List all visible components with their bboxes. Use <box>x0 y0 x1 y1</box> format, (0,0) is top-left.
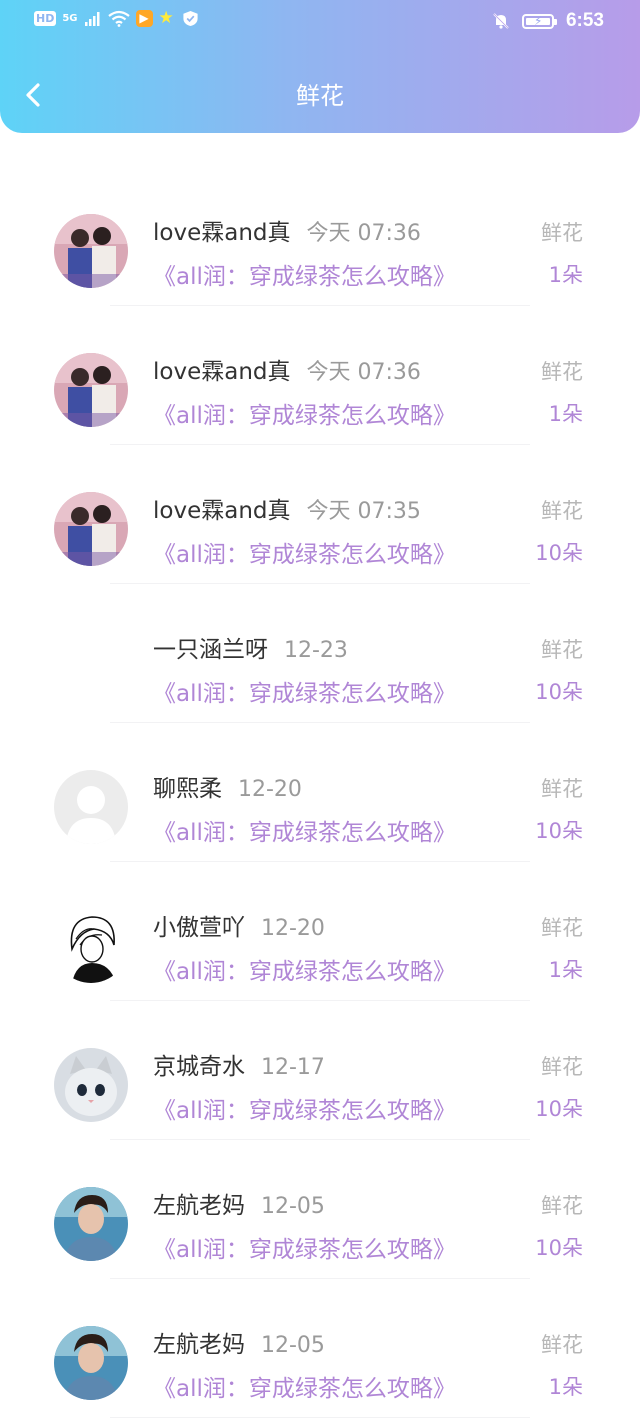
gift-count: 10朵 <box>535 680 583 704</box>
user-avatar[interactable] <box>54 492 128 566</box>
user-avatar[interactable] <box>54 1326 128 1400</box>
gift-count: 10朵 <box>535 541 583 565</box>
mute-bell-icon <box>493 13 509 29</box>
gift-count: 10朵 <box>535 819 583 843</box>
gift-type: 鲜花 <box>541 1194 583 1218</box>
signal-icon <box>84 11 100 26</box>
status-left: HD 5G ▶ ★ <box>34 10 199 27</box>
gift-record-item[interactable]: love霖and真 今天 07:35 《all润：穿成绿茶怎么攻略》 鲜花 10… <box>0 444 640 584</box>
gift-type: 鲜花 <box>541 360 583 384</box>
gift-record-item[interactable]: 聊熙柔 12-20 《all润：穿成绿茶怎么攻略》 鲜花 10朵 <box>0 722 640 862</box>
record-time: 今天 07:36 <box>306 360 421 385</box>
user-avatar[interactable] <box>54 214 128 288</box>
user-name[interactable]: 一只涵兰呀 <box>153 630 268 664</box>
user-avatar[interactable] <box>54 353 128 427</box>
book-title[interactable]: 《all润：穿成绿茶怎么攻略》 <box>153 1230 456 1264</box>
name-row: 京城奇水 12-17 <box>153 1047 325 1081</box>
book-title[interactable]: 《all润：穿成绿茶怎么攻略》 <box>153 1091 456 1125</box>
user-name[interactable]: 左航老妈 <box>153 1186 245 1220</box>
record-time: 12-05 <box>261 1333 325 1358</box>
user-name[interactable]: 左航老妈 <box>153 1325 245 1359</box>
header-bar: HD 5G ▶ ★ ⚡ 6:53 鲜花 <box>0 0 640 133</box>
gift-record-item[interactable]: 左航老妈 12-05 《all润：穿成绿茶怎么攻略》 鲜花 10朵 <box>0 1139 640 1279</box>
gift-count: 1朵 <box>548 958 583 982</box>
name-row: 一只涵兰呀 12-23 <box>153 630 348 664</box>
name-row: love霖and真 今天 07:36 <box>153 352 421 386</box>
status-time: 6:53 <box>565 10 604 31</box>
user-avatar[interactable] <box>54 631 128 705</box>
user-avatar[interactable] <box>54 909 128 983</box>
name-row: love霖and真 今天 07:36 <box>153 213 421 247</box>
star-app-icon: ★ <box>158 8 174 28</box>
hd-badge: HD <box>34 11 57 26</box>
record-time: 12-20 <box>261 916 325 941</box>
gift-count: 10朵 <box>535 1097 583 1121</box>
record-time: 12-05 <box>261 1194 325 1219</box>
gift-record-item[interactable]: 京城奇水 12-17 《all润：穿成绿茶怎么攻略》 鲜花 10朵 <box>0 1000 640 1140</box>
book-title[interactable]: 《all润：穿成绿茶怎么攻略》 <box>153 396 456 430</box>
gift-record-item[interactable]: love霖and真 今天 07:36 《all润：穿成绿茶怎么攻略》 鲜花 1朵 <box>0 166 640 306</box>
page-title: 鲜花 <box>296 82 344 110</box>
network-type: 5G <box>62 12 78 24</box>
gift-count: 1朵 <box>548 263 583 287</box>
gift-count: 10朵 <box>535 1236 583 1260</box>
video-app-icon: ▶ <box>135 10 153 27</box>
divider <box>110 1417 530 1418</box>
status-right: ⚡ 6:53 <box>492 10 604 32</box>
gift-record-item[interactable]: 一只涵兰呀 12-23 《all润：穿成绿茶怎么攻略》 鲜花 10朵 <box>0 583 640 723</box>
user-avatar[interactable] <box>54 1187 128 1261</box>
name-row: 左航老妈 12-05 <box>153 1186 325 1220</box>
record-time: 12-20 <box>238 777 302 802</box>
book-title[interactable]: 《all润：穿成绿茶怎么攻略》 <box>153 674 456 708</box>
gift-count: 1朵 <box>548 1375 583 1399</box>
user-name[interactable]: love霖and真 <box>153 352 291 386</box>
gift-type: 鲜花 <box>541 1333 583 1357</box>
record-time: 12-23 <box>284 638 348 663</box>
book-title[interactable]: 《all润：穿成绿茶怎么攻略》 <box>153 535 456 569</box>
book-title[interactable]: 《all润：穿成绿茶怎么攻略》 <box>153 257 456 291</box>
gift-count: 1朵 <box>548 402 583 426</box>
user-avatar[interactable] <box>54 770 128 844</box>
gift-type: 鲜花 <box>541 221 583 245</box>
gift-type: 鲜花 <box>541 777 583 801</box>
status-bar: HD 5G ▶ ★ ⚡ 6:53 <box>0 0 640 44</box>
name-row: love霖and真 今天 07:35 <box>153 491 421 525</box>
gift-type: 鲜花 <box>541 1055 583 1079</box>
book-title[interactable]: 《all润：穿成绿茶怎么攻略》 <box>153 952 456 986</box>
shield-icon <box>182 10 198 27</box>
record-time: 今天 07:36 <box>306 221 421 246</box>
user-name[interactable]: love霖and真 <box>153 491 291 525</box>
gift-record-list: love霖and真 今天 07:36 《all润：穿成绿茶怎么攻略》 鲜花 1朵… <box>0 166 640 1418</box>
gift-type: 鲜花 <box>541 638 583 662</box>
wifi-icon <box>107 10 130 27</box>
book-title[interactable]: 《all润：穿成绿茶怎么攻略》 <box>153 1369 456 1403</box>
user-name[interactable]: love霖and真 <box>153 213 291 247</box>
gift-record-item[interactable]: love霖and真 今天 07:36 《all润：穿成绿茶怎么攻略》 鲜花 1朵 <box>0 305 640 445</box>
battery-icon: ⚡ <box>521 13 557 29</box>
user-avatar[interactable] <box>54 1048 128 1122</box>
gift-type: 鲜花 <box>541 916 583 940</box>
name-row: 小傲萱吖 12-20 <box>153 908 325 942</box>
name-row: 聊熙柔 12-20 <box>153 769 302 803</box>
record-time: 今天 07:35 <box>306 499 421 524</box>
gift-record-item[interactable]: 小傲萱吖 12-20 《all润：穿成绿茶怎么攻略》 鲜花 1朵 <box>0 861 640 1001</box>
gift-type: 鲜花 <box>541 499 583 523</box>
gift-record-item[interactable]: 左航老妈 12-05 《all润：穿成绿茶怎么攻略》 鲜花 1朵 <box>0 1278 640 1418</box>
book-title[interactable]: 《all润：穿成绿茶怎么攻略》 <box>153 813 456 847</box>
user-name[interactable]: 京城奇水 <box>153 1047 245 1081</box>
record-time: 12-17 <box>261 1055 325 1080</box>
user-name[interactable]: 小傲萱吖 <box>153 908 245 942</box>
name-row: 左航老妈 12-05 <box>153 1325 325 1359</box>
user-name[interactable]: 聊熙柔 <box>153 769 222 803</box>
